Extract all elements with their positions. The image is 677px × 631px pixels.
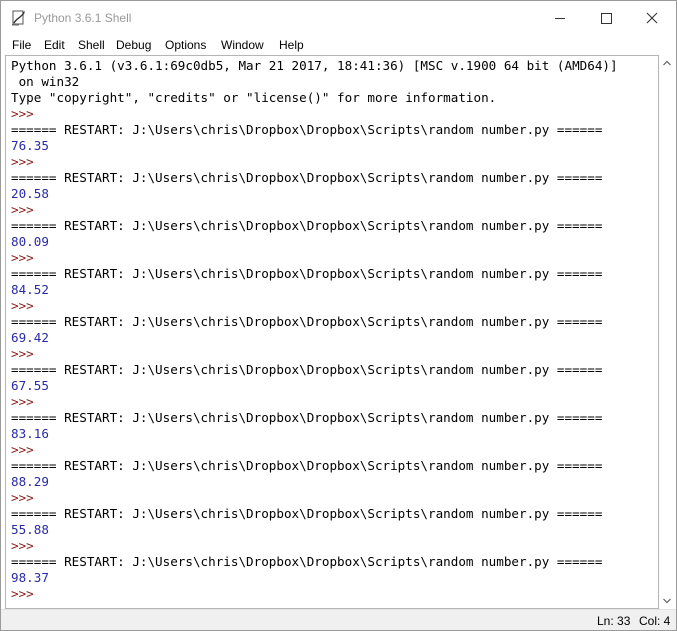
shell-prompt: >>> — [11, 394, 42, 409]
menu-window[interactable]: Window — [221, 37, 264, 53]
scroll-down-button[interactable] — [659, 593, 675, 609]
maximize-button[interactable] — [583, 1, 629, 35]
shell-text-area[interactable]: Python 3.6.1 (v3.6.1:69c0db5, Mar 21 201… — [5, 55, 659, 609]
menu-edit[interactable]: Edit — [44, 37, 65, 53]
shell-output-value: 83.16 — [11, 426, 49, 441]
shell-output-value: 76.35 — [11, 138, 49, 153]
vertical-scrollbar[interactable] — [659, 55, 675, 609]
python-idle-icon[interactable] — [11, 10, 27, 26]
shell-output-value: 55.88 — [11, 522, 49, 537]
shell-line: ====== RESTART: J:\Users\chris\Dropbox\D… — [11, 314, 603, 329]
maximize-icon — [601, 13, 612, 24]
shell-output-value: 67.55 — [11, 378, 49, 393]
shell-line: ====== RESTART: J:\Users\chris\Dropbox\D… — [11, 266, 603, 281]
chevron-up-icon — [663, 60, 671, 66]
shell-line: ====== RESTART: J:\Users\chris\Dropbox\D… — [11, 506, 603, 521]
shell-prompt: >>> — [11, 586, 42, 601]
menu-help[interactable]: Help — [279, 37, 304, 53]
idle-shell-window: Python 3.6.1 Shell File Edit Shell Debug… — [0, 0, 677, 631]
shell-output-value: 98.37 — [11, 570, 49, 585]
shell-line: ====== RESTART: J:\Users\chris\Dropbox\D… — [11, 218, 603, 233]
shell-line: Type "copyright", "credits" or "license(… — [11, 90, 497, 105]
shell-line: ====== RESTART: J:\Users\chris\Dropbox\D… — [11, 410, 603, 425]
shell-prompt: >>> — [11, 250, 42, 265]
shell-prompt: >>> — [11, 442, 42, 457]
shell-prompt: >>> — [11, 202, 42, 217]
chevron-down-icon — [663, 598, 671, 604]
shell-line: Python 3.6.1 (v3.6.1:69c0db5, Mar 21 201… — [11, 58, 618, 73]
shell-line: on win32 — [11, 74, 80, 89]
shell-prompt: >>> — [11, 538, 42, 553]
close-icon — [646, 12, 658, 24]
shell-output-value: 20.58 — [11, 186, 49, 201]
window-title: Python 3.6.1 Shell — [34, 11, 132, 25]
close-button[interactable] — [629, 1, 675, 35]
menu-shell[interactable]: Shell — [78, 37, 105, 53]
title-bar[interactable]: Python 3.6.1 Shell — [1, 1, 676, 35]
minimize-icon — [555, 18, 565, 19]
shell-prompt: >>> — [11, 298, 42, 313]
shell-output-value: 88.29 — [11, 474, 49, 489]
status-line-number: Ln: 33 — [597, 614, 631, 628]
shell-prompt: >>> — [11, 154, 42, 169]
shell-line: ====== RESTART: J:\Users\chris\Dropbox\D… — [11, 362, 603, 377]
shell-line: ====== RESTART: J:\Users\chris\Dropbox\D… — [11, 554, 603, 569]
menu-file[interactable]: File — [12, 37, 31, 53]
shell-prompt: >>> — [11, 106, 42, 121]
status-column-number: Col: 4 — [639, 614, 671, 628]
menu-options[interactable]: Options — [165, 37, 206, 53]
shell-output-value: 69.42 — [11, 330, 49, 345]
shell-output-value: 84.52 — [11, 282, 49, 297]
minimize-button[interactable] — [537, 1, 583, 35]
shell-line: ====== RESTART: J:\Users\chris\Dropbox\D… — [11, 458, 603, 473]
menu-debug[interactable]: Debug — [116, 37, 151, 53]
shell-output-value: 80.09 — [11, 234, 49, 249]
shell-line: ====== RESTART: J:\Users\chris\Dropbox\D… — [11, 122, 603, 137]
shell-line: ====== RESTART: J:\Users\chris\Dropbox\D… — [11, 170, 603, 185]
shell-prompt: >>> — [11, 490, 42, 505]
status-bar: Ln: 33 Col: 4 — [1, 609, 676, 630]
shell-prompt: >>> — [11, 346, 42, 361]
scroll-up-button[interactable] — [659, 55, 675, 71]
menu-bar: File Edit Shell Debug Options Window Hel… — [1, 35, 676, 55]
